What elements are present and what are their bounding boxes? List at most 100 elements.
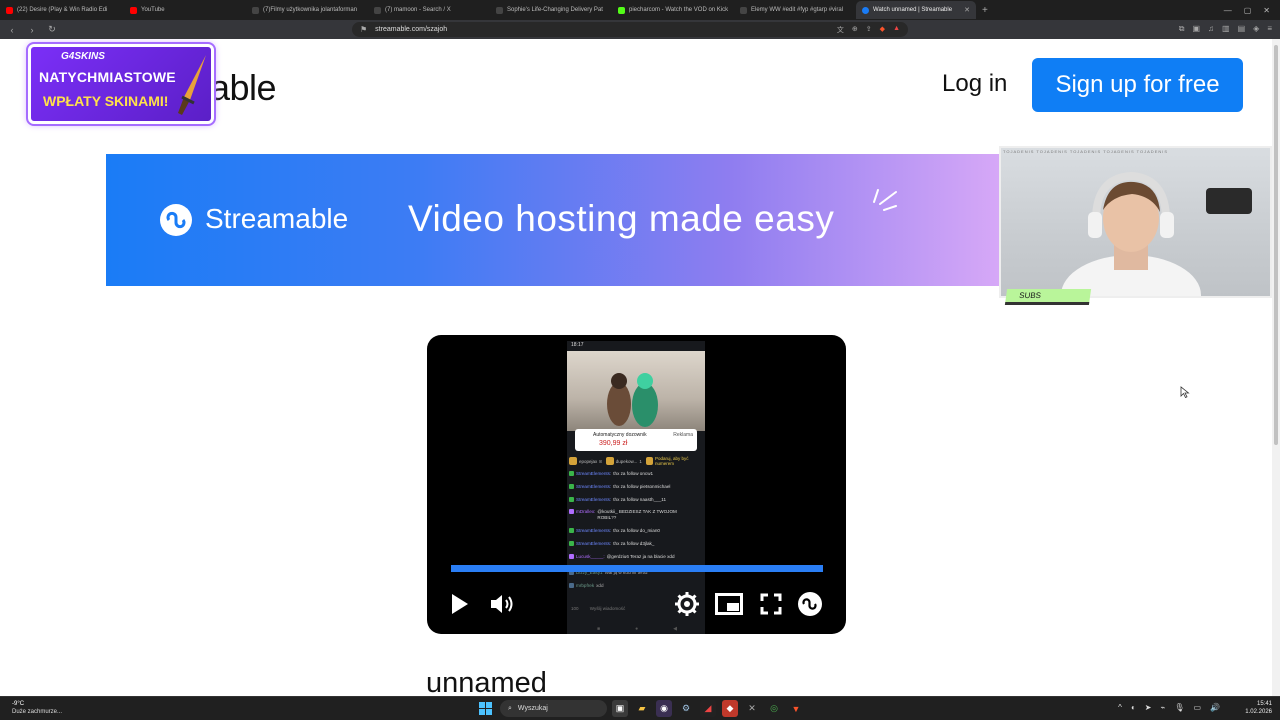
login-link[interactable]: Log in xyxy=(942,70,1007,98)
brave-rewards-icon[interactable]: ▲ xyxy=(893,25,900,35)
taskbar-apps: ▣ ▰ ◉ ⚙ ◢ ◆ ✕ ◎ ▼ xyxy=(612,700,804,717)
video-title: unnamed xyxy=(426,667,547,696)
speaker-icon[interactable]: 🔊 xyxy=(1210,703,1220,712)
site-logo-text[interactable]: able xyxy=(210,67,277,109)
settings-button[interactable] xyxy=(672,589,702,619)
chat-text: thx za follow oncw1 xyxy=(613,471,654,476)
menu-icon[interactable]: ≡ xyxy=(1267,24,1272,34)
terminal-icon[interactable]: ◢ xyxy=(700,700,716,717)
steam-icon[interactable]: ⚙ xyxy=(678,700,694,717)
vpn-icon[interactable]: ◈ xyxy=(1253,24,1259,34)
browser-tab-active[interactable]: Watch unnamed | Streamable ✕ xyxy=(856,1,976,19)
file-explorer-icon[interactable]: ▰ xyxy=(634,700,650,717)
clock[interactable]: 15:41 1.02.2026 xyxy=(1245,700,1272,716)
check-icon xyxy=(569,553,574,559)
network-icon[interactable]: ⌁ xyxy=(1160,703,1165,712)
media-icon[interactable]: ♫ xyxy=(1208,24,1214,34)
gift-icon xyxy=(569,457,577,465)
wallet-icon[interactable]: ▤ xyxy=(1238,24,1246,34)
browser-tab[interactable]: (7)Filmy użytkownika jolantaforman xyxy=(246,1,368,19)
tray-app-icon[interactable]: ◐ xyxy=(1131,703,1136,712)
app-icon[interactable]: ✕ xyxy=(744,700,760,717)
weather-widget[interactable]: -9°C Duże zachmurze... xyxy=(12,700,62,716)
gift-count: 8 xyxy=(599,458,602,464)
webcam-watermark: TOJADENIS TOJADENIS TOJADENIS TOJADENIS … xyxy=(1003,149,1169,154)
extension-icon[interactable]: ▣ xyxy=(1192,24,1200,34)
brave-icon[interactable]: ▼ xyxy=(788,700,804,717)
zoom-icon[interactable]: ⊕ xyxy=(852,25,858,35)
reload-icon[interactable]: ↻ xyxy=(46,24,58,35)
minimize-icon[interactable]: — xyxy=(1224,6,1232,15)
scrollbar-thumb[interactable] xyxy=(1274,45,1278,445)
check-icon xyxy=(569,582,574,588)
url-text[interactable]: streamable.com/szajoh xyxy=(375,26,447,33)
x-icon xyxy=(374,6,381,14)
maximize-icon[interactable]: ▢ xyxy=(1244,6,1252,15)
search-label: Wyszukaj xyxy=(517,705,548,712)
weather-desc: Duże zachmurze... xyxy=(12,709,63,715)
input-count: 100 xyxy=(571,606,579,611)
extension-icon[interactable]: ⧉ xyxy=(1179,24,1185,34)
close-tab-icon[interactable]: ✕ xyxy=(964,6,970,14)
browser-tab[interactable]: Elemy WW #edit #fyp #gtarp #viral xyxy=(734,1,856,19)
youtube-icon xyxy=(130,6,137,14)
forward-icon[interactable]: › xyxy=(26,25,38,35)
gift-icon xyxy=(645,457,653,465)
promo-banner[interactable]: Streamable Video hosting made easy xyxy=(106,154,999,286)
check-icon xyxy=(569,540,574,546)
chat-user: StreamElements: xyxy=(576,471,612,476)
ad-title: Automatyczny dozownik xyxy=(593,432,647,438)
share-icon[interactable]: ⇪ xyxy=(866,25,872,35)
brave-shield-icon[interactable]: ◆ xyxy=(880,25,885,35)
banner-brand: Streamable xyxy=(205,203,349,234)
app-icon[interactable]: ◆ xyxy=(722,700,738,717)
taskbar-search[interactable]: ⌕ Wyszukaj xyxy=(500,700,607,717)
chat-user: mDrallex: xyxy=(576,509,596,515)
display-icon[interactable]: ▭ xyxy=(1193,703,1201,712)
chrome-icon[interactable]: ◎ xyxy=(766,700,782,717)
obs-icon[interactable]: ◉ xyxy=(656,700,672,717)
play-button[interactable] xyxy=(445,589,475,619)
play-icon xyxy=(452,594,468,614)
gift-user: dupekow... xyxy=(615,458,638,464)
gift-count: 1 xyxy=(639,458,642,464)
mouse-cursor-icon xyxy=(1180,386,1190,398)
browser-tab[interactable]: Sophie's Life-Changing Delivery Pat xyxy=(490,1,612,19)
close-window-icon[interactable]: ✕ xyxy=(1263,6,1270,15)
check-icon xyxy=(569,528,574,534)
task-view-icon[interactable]: ▣ xyxy=(612,700,628,717)
new-tab-button[interactable]: + xyxy=(976,5,994,16)
bookmark-icon[interactable]: ⚑ xyxy=(360,25,367,34)
tray-app-icon[interactable]: ➤ xyxy=(1145,703,1152,712)
signup-button[interactable]: Sign up for free xyxy=(1032,58,1243,112)
promo-brand: G4SKINS xyxy=(61,51,105,62)
streamable-link-button[interactable] xyxy=(795,589,825,619)
page-scrollbar[interactable] xyxy=(1272,39,1280,696)
browser-tab[interactable]: (7) mamoon - Search / X xyxy=(368,1,490,19)
sidebar-icon[interactable]: ▥ xyxy=(1222,24,1230,34)
chat-text: xdd xyxy=(596,582,604,588)
progress-bar[interactable] xyxy=(451,565,823,572)
tray-chevron-icon[interactable]: ^ xyxy=(1118,703,1122,712)
browser-tab[interactable]: YouTube xyxy=(124,1,246,19)
video-player[interactable]: 18:17 Automatyczny dozownik 390,99 zł Re… xyxy=(427,335,846,634)
streamable-icon xyxy=(862,6,869,14)
windows-start-icon[interactable] xyxy=(479,702,492,715)
gift-user: Podaruj, aby być numerem xyxy=(654,456,689,466)
volume-button[interactable] xyxy=(487,589,517,619)
back-icon[interactable]: ‹ xyxy=(6,25,18,35)
browser-tab[interactable]: piecharcom - Watch the VOD on Kick xyxy=(612,1,734,19)
clock-date: 1.02.2026 xyxy=(1245,709,1272,715)
gift-row: epopejax 8 dupekow... 1 Podaruj, aby być… xyxy=(569,453,703,469)
banner-tagline: Video hosting made easy xyxy=(408,198,835,239)
promo-headline: NATYCHMIASTOWE xyxy=(39,69,176,85)
browser-tab[interactable]: (22) Desire (Play & Win Radio Edi xyxy=(0,1,124,19)
translate-icon[interactable]: 文 xyxy=(837,25,844,35)
pip-button[interactable] xyxy=(714,589,744,619)
os-taskbar: -9°C Duże zachmurze... ⌕ Wyszukaj ▣ ▰ ◉ … xyxy=(0,696,1280,720)
microphone-icon[interactable]: 🎙 xyxy=(1174,703,1184,712)
fullscreen-button[interactable] xyxy=(756,589,786,619)
gift-item: dupekow... 1 xyxy=(605,457,642,465)
tab-label: Elemy WW #edit #fyp #gtarp #viral xyxy=(751,7,844,13)
address-bar[interactable]: ⚑ streamable.com/szajoh 文 ⊕ ⇪ ◆ ▲ xyxy=(352,22,908,37)
